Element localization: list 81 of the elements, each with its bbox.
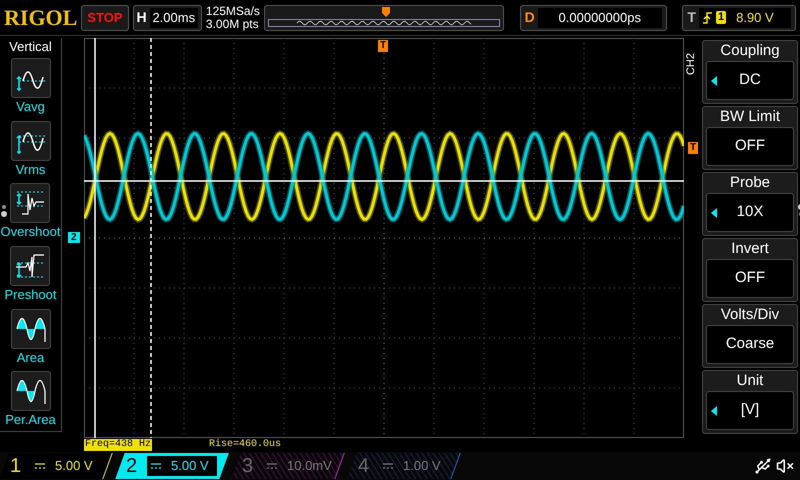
menu-item-title: Invert — [730, 239, 770, 259]
memory-depth: 3.00M pts — [206, 18, 260, 30]
delay-label: D — [524, 8, 535, 27]
menu-value-box[interactable]: 10X — [706, 193, 794, 232]
channel-number: 3 — [242, 455, 254, 477]
menu-item-panel[interactable]: BW Limit OFF — [702, 106, 798, 170]
channel-tab[interactable]: 2 5.00 V — [115, 453, 229, 479]
dc-coupling-icon — [35, 463, 46, 469]
option-arrow-icon — [711, 208, 717, 218]
menu-item-value: Coarse — [726, 334, 774, 354]
menu-value-box[interactable]: DC — [706, 61, 794, 100]
measure-label: Per.Area — [5, 411, 56, 430]
trigger-source: 1 — [716, 11, 726, 24]
channel-marker: 2 — [68, 232, 80, 243]
menu-item-title: BW Limit — [719, 107, 781, 127]
channel-label: CH2 — [685, 53, 697, 75]
menu-item-panel[interactable]: Volts/Div Coarse — [702, 304, 798, 368]
menu-value-box[interactable]: OFF — [706, 127, 794, 166]
run-state[interactable]: STOP — [81, 4, 129, 30]
option-arrow-icon — [711, 406, 717, 416]
menu-item-panel[interactable]: Unit [V] — [702, 370, 798, 434]
measure-label: Vrms — [16, 160, 46, 179]
usb-icon — [754, 457, 772, 475]
dc-coupling-icon — [383, 463, 394, 469]
delay-panel[interactable]: D 0.00000000ps — [520, 4, 667, 30]
trigger-panel[interactable]: T 1 8.90 V — [682, 4, 796, 30]
measure-button[interactable] — [10, 120, 50, 161]
page-dots-icon — [1, 204, 7, 218]
menu-title: Vertical — [9, 39, 52, 55]
measure-button[interactable] — [10, 246, 50, 286]
menu-item-value: [V] — [740, 400, 760, 420]
delay-value: 0.00000000ps — [538, 8, 662, 28]
trigger-level-marker: T — [688, 142, 698, 154]
timebase-panel[interactable]: H 2.00ms — [132, 4, 202, 30]
measure-label: Overshoot — [0, 223, 60, 242]
menu-item-panel[interactable]: Invert OFF — [702, 238, 798, 302]
menu-item-value: OFF — [735, 268, 765, 288]
brand-logo: RIGOL — [4, 4, 78, 32]
menu-value-box[interactable]: Coarse — [706, 325, 794, 364]
channel-number: 1 — [10, 455, 22, 477]
channel-scale: 5.00 V — [171, 457, 209, 476]
timebase-label: H — [136, 8, 147, 27]
trigger-position-marker: T — [378, 40, 388, 52]
channel-tab[interactable]: 4 1.00 V — [347, 453, 461, 479]
menu-item-value: 10X — [736, 202, 764, 222]
measure-button[interactable] — [10, 183, 50, 224]
measure-button[interactable] — [10, 308, 50, 349]
menu-item-panel[interactable]: Coupling DC — [702, 40, 798, 104]
channel-tab[interactable]: 3 10.0mV — [231, 453, 345, 479]
menu-item-title: Volts/Div — [720, 305, 780, 325]
channel-scale: 5.00 V — [55, 457, 93, 476]
option-arrow-icon — [711, 76, 717, 86]
measure-label: Area — [16, 348, 44, 367]
measure-button[interactable] — [10, 371, 50, 412]
channel-tab[interactable]: 1 5.00 V — [0, 453, 113, 479]
measure-label: Preshoot — [4, 286, 57, 304]
menu-item-value: OFF — [735, 136, 765, 156]
dc-coupling-icon — [267, 463, 278, 469]
menu-value-box[interactable]: [V] — [706, 391, 794, 430]
speaker-mute-icon — [776, 457, 794, 475]
menu-item-title: Coupling — [719, 41, 781, 61]
channel-scale: 10.0mV — [287, 457, 332, 476]
measurement-readout: Rise=460.0us — [208, 439, 282, 451]
menu-value-box[interactable]: OFF — [706, 259, 794, 298]
sample-rate: 125MSa/s — [206, 4, 260, 18]
channel-number: 2 — [126, 455, 138, 477]
rising-edge-icon — [702, 12, 712, 24]
menu-item-title: Probe — [728, 173, 772, 193]
measure-label: Vavg — [16, 98, 45, 116]
trigger-level: 8.90 V — [736, 8, 774, 27]
menu-item-title: Unit — [736, 371, 764, 391]
measurement-readout: Freq=438 Hz — [84, 439, 152, 451]
dc-coupling-icon — [151, 463, 162, 469]
trigger-label: T — [687, 8, 696, 27]
timebase-value: 2.00ms — [150, 8, 198, 28]
channel-number: 4 — [358, 455, 370, 477]
trigger-position-icon — [382, 6, 390, 16]
measure-button[interactable] — [10, 58, 50, 98]
menu-item-panel[interactable]: Probe 10X — [702, 172, 798, 236]
channel-scale: 1.00 V — [403, 457, 441, 476]
menu-item-value: DC — [739, 70, 761, 90]
